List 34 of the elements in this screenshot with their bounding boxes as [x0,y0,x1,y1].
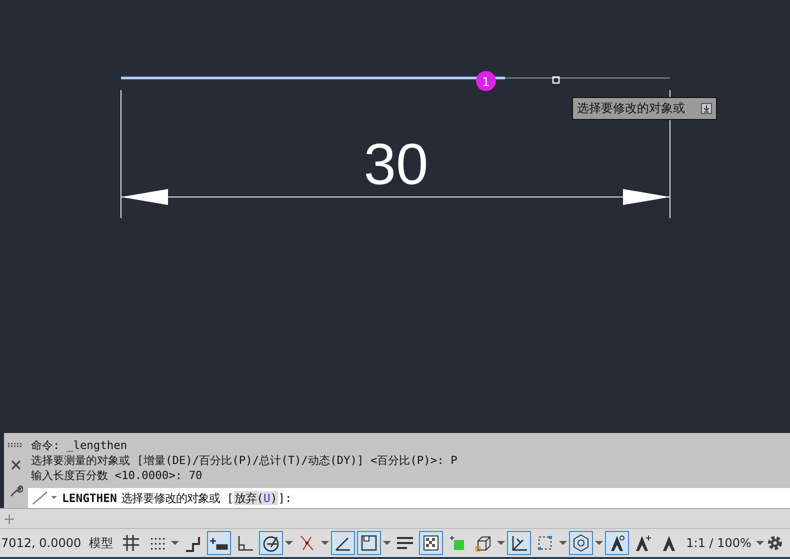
command-history-line: 选择要测量的对象或 [增量(DE)/百分比(P)/总计(T)/动态(DY)] <百分比(P)>: P [31,453,458,468]
line-tool-icon[interactable] [32,491,58,505]
dropdown-caret-icon[interactable] [595,540,604,546]
down-arrow-icon[interactable] [701,103,712,114]
dropdown-caret-icon[interactable] [285,540,294,546]
dropdown-caret-icon[interactable] [756,540,764,546]
polar-toggle[interactable] [259,531,284,555]
command-prompt: 选择要修改的对象或 [放弃(U)]: [120,490,292,506]
transparency-icon [421,533,442,553]
grip-square[interactable] [552,76,560,84]
dimension-text: 30 [364,132,428,197]
dropdown-caret-icon[interactable] [383,540,392,546]
grid-icon [121,533,142,553]
command-name: LENGTHEN [62,491,117,505]
osnap-icon [359,533,380,553]
annotation-scale[interactable]: 1:1 / 100% [683,536,754,550]
osnap-toggle[interactable] [357,531,382,555]
grip-icon[interactable] [8,442,24,447]
tooltip-text: 选择要修改的对象或 [577,100,685,117]
command-history-line: 输入长度百分数 <10.0000>: 70 [31,468,204,483]
coordinates-readout: 7012, 0.0000 [1,536,82,550]
ucs-toggle[interactable] [507,531,532,555]
dropdown-caret-icon[interactable] [321,540,330,546]
command-history-line: 命令: _lengthen [31,438,128,453]
close-icon[interactable] [11,460,21,470]
dropdown-caret-icon[interactable] [171,540,180,546]
dropdown-caret-icon[interactable] [497,540,506,546]
wrench-icon[interactable] [9,484,23,498]
command-input-field[interactable]: LENGTHEN 选择要修改的对象或 [放弃(U)]: [28,488,790,508]
dropdown-caret-icon[interactable] [559,540,568,546]
model-tab[interactable]: 模型 [85,532,118,554]
marker-badge: 1 [476,71,496,91]
transparency-toggle[interactable] [419,531,444,555]
settings-icon[interactable] [766,534,784,552]
